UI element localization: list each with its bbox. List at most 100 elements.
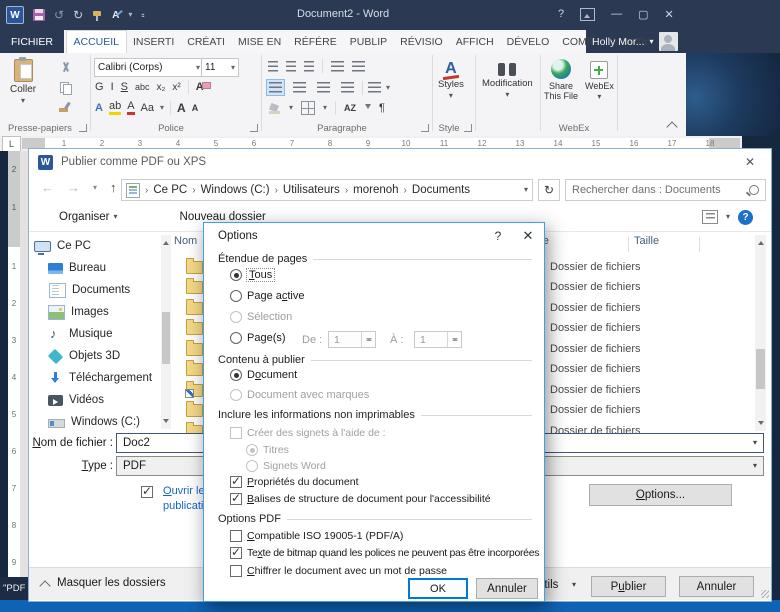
chevron-down-icon[interactable]: [726, 213, 730, 221]
tab-creation[interactable]: CRÉATI: [181, 30, 232, 53]
tab-selector[interactable]: L: [2, 136, 21, 152]
open-after-checkbox[interactable]: [141, 484, 153, 498]
shrink-font-button[interactable]: A: [192, 103, 199, 113]
sidebar-item-musique[interactable]: Musique: [34, 323, 160, 345]
font-size-combobox[interactable]: 11: [201, 58, 239, 77]
forward-icon[interactable]: →: [67, 180, 80, 195]
column-header-taille[interactable]: Taille: [634, 235, 659, 247]
tab-insertion[interactable]: INSERTI: [127, 30, 181, 53]
tab-publipostage[interactable]: PUBLIP: [343, 30, 393, 53]
show-marks-button[interactable]: ¶: [379, 102, 385, 114]
increase-indent-icon[interactable]: [352, 60, 365, 72]
scroll-up-icon[interactable]: [757, 238, 764, 245]
dialog-launcher-icon[interactable]: [79, 124, 87, 132]
sidebar-scrollbar[interactable]: [161, 235, 171, 429]
align-center-button[interactable]: [290, 79, 309, 96]
help-icon[interactable]: ?: [738, 209, 753, 225]
styles-button[interactable]: A Styles: [438, 61, 464, 100]
sidebar-item-objets-3d[interactable]: Objets 3D: [34, 345, 160, 367]
format-painter-icon[interactable]: [58, 101, 71, 114]
paste-button[interactable]: Coller: [10, 57, 36, 105]
multilevel-list-icon[interactable]: [304, 60, 314, 72]
copy-icon[interactable]: [58, 81, 73, 95]
share-this-file-button[interactable]: Share This File: [543, 59, 579, 101]
cancel-button[interactable]: Annuler: [679, 576, 754, 597]
italic-button[interactable]: I: [111, 81, 114, 93]
close-icon[interactable]: ✕: [665, 8, 674, 21]
resize-grip[interactable]: [761, 590, 769, 598]
organize-button[interactable]: Organiser: [59, 211, 118, 223]
breadcrumb-documents[interactable]: Documents: [412, 184, 470, 196]
hide-folders-button[interactable]: Masquer les dossiers: [41, 577, 166, 589]
breadcrumb-utilisateurs[interactable]: Utilisateurs: [283, 184, 340, 196]
tab-developpeur[interactable]: DÉVELO: [500, 30, 556, 53]
shading-icon[interactable]: [268, 103, 281, 114]
line-spacing-icon[interactable]: [368, 82, 381, 93]
superscript-button[interactable]: x²: [172, 82, 180, 93]
radio-page-active[interactable]: Page active: [230, 290, 305, 302]
sidebar-item-windows-c[interactable]: Windows (C:): [34, 411, 160, 433]
checkbox-balises[interactable]: Balises de structure de document pour l'…: [230, 491, 491, 505]
tab-mise-en-page[interactable]: MISE EN: [231, 30, 287, 53]
redo-icon[interactable]: ↻: [73, 9, 83, 21]
column-divider[interactable]: [628, 237, 629, 252]
numbering-icon[interactable]: [286, 60, 296, 72]
checkbox-proprietes[interactable]: Propriétés du document: [230, 474, 359, 488]
font-name-combobox[interactable]: Calibri (Corps): [94, 58, 204, 77]
clear-formatting-button[interactable]: A: [196, 81, 211, 93]
highlight-button[interactable]: ab: [108, 100, 122, 115]
change-case-button[interactable]: Aa: [141, 102, 154, 114]
tab-affichage[interactable]: AFFICH: [449, 30, 500, 53]
address-bar[interactable]: Ce PC Windows (C:) Utilisateurs morenoh …: [121, 179, 533, 201]
tab-references[interactable]: RÉFÉRE: [288, 30, 344, 53]
sidebar-item-videos[interactable]: Vidéos: [34, 389, 160, 411]
chevron-down-icon[interactable]: [128, 11, 132, 19]
borders-icon[interactable]: [301, 101, 316, 115]
subscript-button[interactable]: x₂: [156, 82, 165, 93]
bold-button[interactable]: G: [95, 81, 104, 93]
breadcrumb-windows-c[interactable]: Windows (C:): [201, 184, 270, 196]
format-painter-icon[interactable]: [92, 10, 103, 21]
view-options-icon[interactable]: [701, 210, 718, 224]
sidebar-item-telechargement[interactable]: Téléchargement: [34, 367, 160, 389]
save-icon[interactable]: [33, 9, 45, 21]
radio-tous[interactable]: Tous: [230, 268, 276, 282]
column-divider[interactable]: [699, 237, 700, 252]
justify-button[interactable]: [338, 79, 357, 96]
tab-fichier[interactable]: FICHIER: [0, 30, 64, 53]
chevron-down-icon[interactable]: [753, 462, 757, 470]
list-scrollbar[interactable]: [755, 235, 766, 431]
sidebar-item-images[interactable]: Images: [34, 301, 160, 323]
avatar[interactable]: [658, 32, 678, 51]
tab-revision[interactable]: RÉVISIO: [394, 30, 450, 53]
ribbon-display-icon[interactable]: [580, 7, 596, 21]
help-icon[interactable]: ?: [558, 8, 564, 20]
search-input[interactable]: Rechercher dans : Documents: [565, 179, 766, 201]
column-header-nom[interactable]: Nom: [174, 235, 197, 247]
cut-icon[interactable]: [58, 61, 73, 74]
close-icon[interactable]: ✕: [737, 153, 763, 171]
font-color-button[interactable]: A: [127, 100, 135, 115]
up-icon[interactable]: ↑: [110, 180, 117, 195]
sidebar-item-documents[interactable]: Documents: [34, 279, 160, 301]
account-area[interactable]: Holly Mor...: [592, 30, 678, 53]
scroll-up-icon[interactable]: [163, 238, 169, 245]
align-left-button[interactable]: [266, 79, 285, 96]
ok-button[interactable]: OK: [408, 578, 468, 599]
scrollbar-thumb[interactable]: [162, 312, 170, 364]
close-icon[interactable]: ✕: [518, 228, 538, 244]
back-icon[interactable]: ←: [41, 180, 54, 195]
radio-document[interactable]: Document: [230, 369, 297, 381]
checkbox-iso[interactable]: Compatible ISO 19005-1 (PDF/A): [230, 530, 403, 542]
underline-button[interactable]: S: [121, 81, 128, 93]
sort-button[interactable]: AZ: [344, 103, 356, 113]
bullets-icon[interactable]: [268, 60, 278, 72]
maximize-icon[interactable]: ▢: [638, 8, 648, 21]
options-button[interactable]: Options...: [589, 484, 732, 506]
strikethrough-button[interactable]: abc: [135, 82, 150, 92]
dialog-launcher-icon[interactable]: [421, 124, 429, 132]
checkbox-bitmap[interactable]: Texte de bitmap quand les polices ne peu…: [230, 545, 540, 559]
chevron-down-icon[interactable]: [524, 186, 528, 194]
chevron-down-icon[interactable]: [572, 581, 576, 589]
history-chevron-icon[interactable]: ▾: [93, 183, 97, 192]
